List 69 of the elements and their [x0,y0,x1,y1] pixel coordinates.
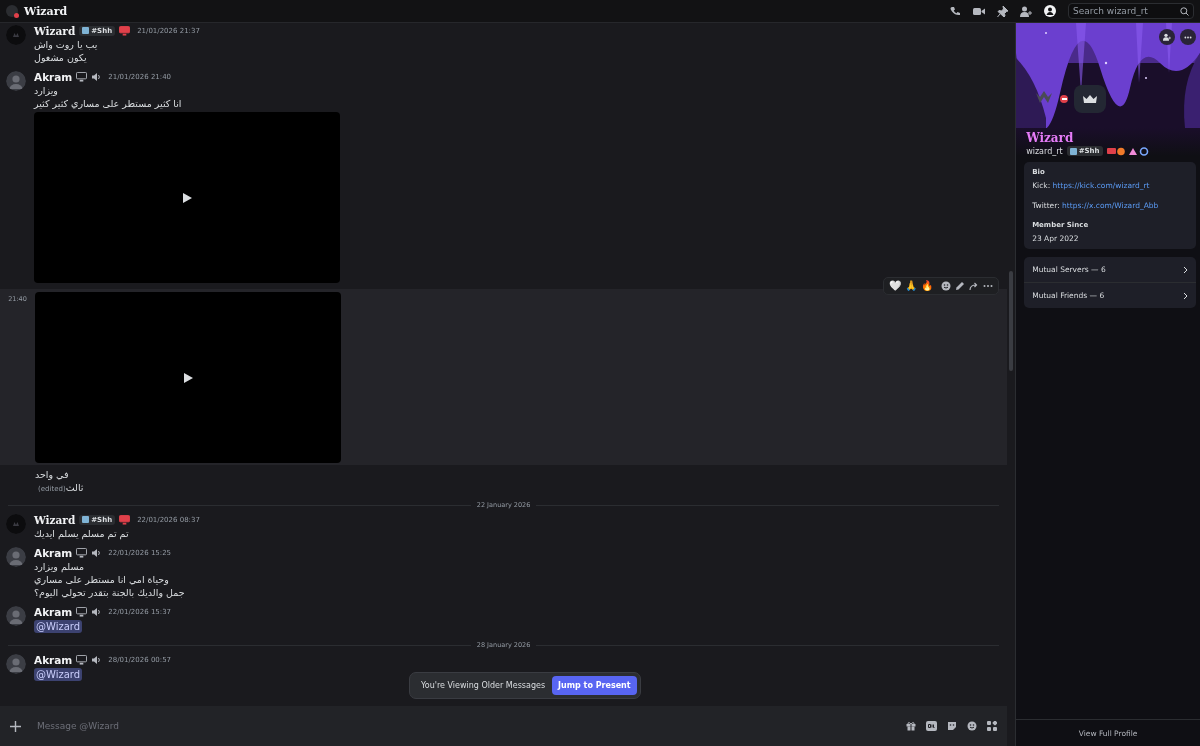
speaker-icon [91,71,102,82]
message-text: يب يا روت واش [34,39,99,50]
message-text: في واحد [35,469,70,480]
message-input[interactable]: Message @Wizard [35,720,893,732]
display-name: Wizard [1026,131,1075,145]
monitor-icon [76,606,88,617]
monitor-icon [76,654,88,665]
add-friend-icon[interactable] [1020,5,1032,17]
message-text: ويزارد [34,85,59,96]
user-mention[interactable]: @Wizard [34,620,83,633]
tag-icon [1069,147,1077,155]
reaction-button[interactable]: 🔥 [921,280,934,292]
author-name[interactable]: Wizard [34,513,76,526]
avatar [6,5,18,17]
tag-icon [82,27,90,34]
monitor-icon [76,547,88,558]
author-name[interactable]: Akram [34,653,73,666]
emoji-icon[interactable] [967,721,978,731]
author-name[interactable]: Akram [34,546,73,559]
author-name[interactable]: Wizard [34,24,76,37]
play-icon[interactable] [182,192,192,203]
speaker-icon [91,654,102,665]
message-text: انا كثير مستطر على مساري كثير كثير [34,98,183,109]
avatar[interactable] [6,71,26,91]
search-icon [1180,6,1189,16]
jump-to-present-button[interactable]: Jump to Present [552,676,637,695]
gif-icon[interactable] [926,721,938,731]
avatar[interactable] [6,654,26,674]
apps-icon[interactable] [987,721,998,731]
message-text: يكون مشغول [34,52,88,63]
play-icon[interactable] [183,372,193,383]
avatar[interactable] [6,606,26,626]
monitor-icon [76,71,88,82]
user-profile-icon[interactable] [1044,5,1056,17]
author-name[interactable]: Akram [34,70,73,83]
plus-icon[interactable] [10,720,21,732]
message-text: جمل والديك بالجنة بتقدر تحولي اليوم؟ [34,587,185,598]
speaker-icon [91,606,102,617]
message-text: تم تم مسلم يسلم ايديك [34,528,130,539]
monitor-icon [119,514,131,525]
author-name[interactable]: Akram [34,605,73,618]
gift-icon[interactable] [906,721,917,731]
username: wizard_rt [1026,146,1063,156]
message-field[interactable]: Message @Wizard [0,706,1008,746]
tag-icon [82,516,90,523]
user-mention[interactable]: @Wizard [34,668,83,681]
forward-icon[interactable] [969,281,980,291]
emoji-icon[interactable] [941,281,952,291]
pin-icon[interactable] [997,5,1008,17]
add-friend-icon[interactable] [1163,33,1171,41]
older-messages-notice: You're Viewing Older Messages [421,681,546,690]
monitor-icon [119,25,131,36]
profile-avatar[interactable] [1074,85,1107,113]
chevron-right-icon [1183,265,1188,274]
message-text: وحياة امي انا مستطر على مساري [34,574,170,585]
window-title: Wizard [24,4,68,18]
speaker-icon [91,547,102,558]
sticker-icon[interactable] [947,721,958,731]
more-icon[interactable] [1184,35,1192,39]
video-camera-icon[interactable] [973,6,985,16]
avatar[interactable] [6,547,26,567]
phone-icon[interactable] [950,5,961,17]
search-field[interactable]: Search wizard_rt [1068,3,1194,19]
chevron-right-icon [1183,291,1188,300]
reaction-button[interactable]: 🙏 [905,280,918,292]
pencil-icon[interactable] [955,281,966,291]
message-text: مسلم ويزارد [34,561,85,572]
more-icon[interactable] [983,284,994,288]
badges-drawing [1106,146,1149,156]
